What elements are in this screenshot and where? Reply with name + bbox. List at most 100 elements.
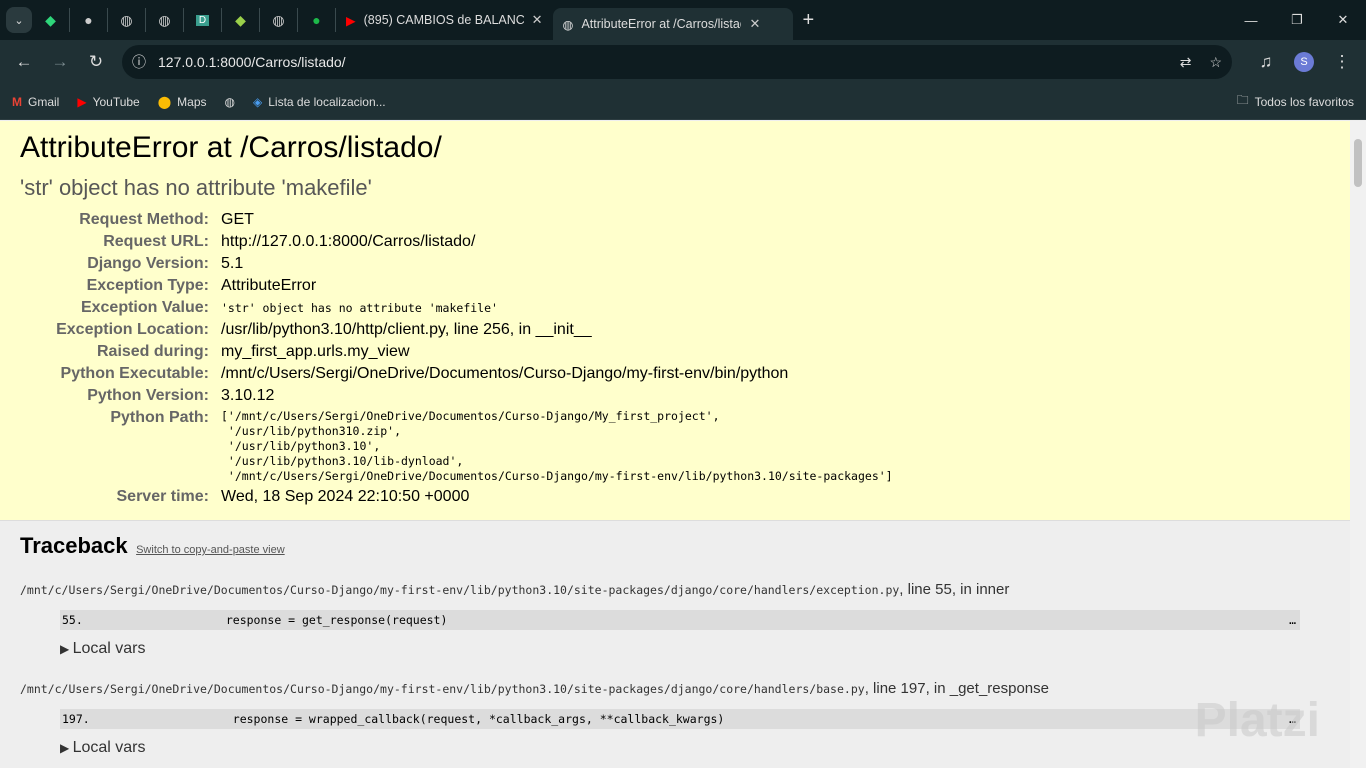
meta-value: AttributeError bbox=[221, 277, 317, 294]
globe-icon: ◍ bbox=[272, 11, 285, 28]
frame-context-line[interactable]: 197. response = wrapped_callback(request… bbox=[60, 709, 1300, 729]
meta-row: Exception Value: 'str' object has no attr… bbox=[20, 297, 899, 319]
frame-line: , line 197, in _get_response bbox=[864, 680, 1049, 697]
meta-label: Exception Type: bbox=[86, 277, 209, 294]
reload-button[interactable]: ↻ bbox=[80, 46, 112, 78]
error-message: 'str' object has no attribute 'makefile' bbox=[20, 175, 372, 200]
tab-strip: ⌄ ◆ ● ◍ ◍ D ◆ ◍ ● ▶ (895) CAMBIOS de BAL… bbox=[0, 0, 1366, 40]
tab-youtube[interactable]: ▶ (895) CAMBIOS de BALANCE M ✕ bbox=[336, 4, 553, 36]
meta-label: Django Version: bbox=[87, 255, 209, 272]
local-vars-label: Local vars bbox=[72, 640, 146, 657]
page-title: AttributeError at /Carros/listado/ bbox=[20, 131, 442, 164]
meta-row: Server time: Wed, 18 Sep 2024 22:10:50 +0… bbox=[20, 486, 899, 508]
pinned-tab-platzi-alt[interactable]: ◆ bbox=[222, 8, 260, 32]
pinned-tab-platzi[interactable]: ◆ bbox=[32, 8, 70, 32]
back-button[interactable]: ← bbox=[8, 46, 40, 78]
frame-line: , line 55, in inner bbox=[899, 581, 1010, 598]
browser-toolbar: ← → ↻ ⓘ 127.0.0.1:8000/Carros/listado/ ⇄… bbox=[0, 40, 1366, 84]
switch-view-link[interactable]: Switch to copy-and-paste view bbox=[136, 544, 285, 556]
minimize-button[interactable]: — bbox=[1228, 0, 1274, 40]
media-control-icon[interactable]: ♫ bbox=[1250, 46, 1282, 78]
meta-row: Raised during: my_first_app.urls.my_view bbox=[20, 341, 899, 363]
traceback-heading: Traceback bbox=[20, 533, 128, 558]
line-number: 55. bbox=[62, 613, 83, 627]
scrollbar-thumb[interactable] bbox=[1354, 139, 1362, 187]
local-vars-toggle[interactable]: ▶ Local vars bbox=[60, 640, 1330, 658]
local-vars-toggle[interactable]: ▶ Local vars bbox=[60, 739, 1330, 757]
frame-location: /mnt/c/Users/Sergi/OneDrive/Documentos/C… bbox=[20, 581, 1330, 598]
meta-row: Request Method: GET bbox=[20, 209, 899, 231]
meta-label: Raised during: bbox=[96, 343, 209, 360]
pinned-tab-globe[interactable]: ◍ bbox=[108, 8, 146, 32]
code-line: response = wrapped_callback(request, *ca… bbox=[122, 712, 725, 726]
d-icon: D bbox=[195, 14, 210, 26]
pinned-tab-globe[interactable]: ◍ bbox=[146, 8, 184, 32]
local-vars-label: Local vars bbox=[72, 739, 146, 756]
triangle-right-icon: ▶ bbox=[60, 741, 73, 755]
gmail-icon: M bbox=[12, 94, 22, 109]
tab-search-button[interactable]: ⌄ bbox=[6, 7, 32, 33]
ellipsis-icon[interactable]: … bbox=[1289, 613, 1296, 627]
bookmark-star-icon[interactable]: ☆ bbox=[1209, 54, 1222, 71]
all-favorites-label: Todos los favoritos bbox=[1254, 94, 1354, 109]
meta-value: my_first_app.urls.my_view bbox=[221, 343, 410, 360]
globe-icon: ◍ bbox=[120, 11, 133, 28]
youtube-icon: ▶ bbox=[77, 94, 87, 109]
globe-icon: ◍ bbox=[562, 17, 574, 32]
meta-row: Python Version: 3.10.12 bbox=[20, 385, 899, 407]
traceback-frame: /mnt/c/Users/Sergi/OneDrive/Documentos/C… bbox=[20, 680, 1330, 757]
close-window-button[interactable]: ✕ bbox=[1320, 0, 1366, 40]
meta-label: Python Version: bbox=[87, 387, 209, 404]
meta-label: Server time: bbox=[116, 488, 210, 505]
tab-active[interactable]: ◍ AttributeError at /Carros/listado/ ✕ bbox=[552, 8, 793, 40]
pinned-tab-github[interactable]: ● bbox=[70, 8, 108, 32]
meta-label: Exception Location: bbox=[56, 321, 209, 338]
meta-value: /usr/lib/python3.10/http/client.py, line… bbox=[221, 321, 592, 338]
frame-file: /mnt/c/Users/Sergi/OneDrive/Documentos/C… bbox=[20, 583, 900, 597]
meta-label: Python Path: bbox=[110, 409, 209, 426]
pinned-tab-green[interactable]: ● bbox=[298, 8, 336, 32]
profile-avatar[interactable]: S bbox=[1294, 52, 1314, 72]
meta-row: Python Executable: /mnt/c/Users/Sergi/One… bbox=[20, 363, 899, 385]
tab-title: (895) CAMBIOS de BALANCE M bbox=[363, 13, 524, 27]
meta-row: Exception Type: AttributeError bbox=[20, 275, 899, 297]
all-favorites[interactable]: 🗀 Todos los favoritos bbox=[1237, 91, 1354, 112]
meta-row: Request URL: http://127.0.0.1:8000/Carros… bbox=[20, 231, 899, 253]
menu-icon[interactable]: ⋮ bbox=[1326, 46, 1358, 78]
url-text[interactable]: 127.0.0.1:8000/Carros/listado/ bbox=[158, 54, 346, 70]
site-info-icon[interactable]: ⓘ bbox=[132, 52, 146, 72]
globe-icon: ◍ bbox=[158, 11, 171, 28]
green-logo-icon: ● bbox=[312, 12, 321, 28]
address-bar[interactable]: ⓘ 127.0.0.1:8000/Carros/listado/ ⇄ ☆ bbox=[122, 45, 1232, 79]
meta-value: 'str' object has no attribute 'makefile' bbox=[221, 300, 498, 315]
pinned-tab-d[interactable]: D bbox=[184, 8, 222, 32]
globe-icon: ◍ bbox=[224, 94, 235, 109]
bookmark-lista[interactable]: ◈ Lista de localizacion... bbox=[253, 95, 386, 109]
scrollbar[interactable] bbox=[1350, 121, 1366, 768]
close-tab-icon[interactable]: ✕ bbox=[532, 12, 543, 28]
youtube-icon: ▶ bbox=[346, 13, 356, 28]
meta-label: Python Executable: bbox=[60, 365, 209, 382]
new-tab-button[interactable]: + bbox=[803, 9, 815, 32]
forward-button[interactable]: → bbox=[44, 46, 76, 78]
meta-value: http://127.0.0.1:8000/Carros/listado/ bbox=[221, 233, 476, 250]
error-summary: AttributeError at /Carros/listado/ 'str'… bbox=[0, 121, 1350, 521]
page-content: AttributeError at /Carros/listado/ 'str'… bbox=[0, 121, 1350, 768]
bookmark-globe[interactable]: ◍ bbox=[225, 95, 235, 109]
close-tab-icon[interactable]: ✕ bbox=[749, 16, 760, 32]
meta-label: Exception Value: bbox=[80, 299, 209, 316]
platzi-icon: ◆ bbox=[235, 11, 246, 28]
translate-icon[interactable]: ⇄ bbox=[1180, 54, 1192, 71]
bookmark-label: YouTube bbox=[92, 94, 140, 109]
meta-label: Request Method: bbox=[79, 211, 209, 228]
meta-value: 3.10.12 bbox=[221, 387, 275, 404]
frame-context-line[interactable]: 55. response = get_response(request)… bbox=[60, 610, 1300, 630]
meta-row: Python Path: ['/mnt/c/Users/Sergi/OneDriv… bbox=[20, 407, 899, 486]
bookmark-label: Maps bbox=[177, 94, 207, 109]
bookmark-youtube[interactable]: ▶ YouTube bbox=[77, 95, 139, 109]
pinned-tab-globe[interactable]: ◍ bbox=[260, 8, 298, 32]
restore-button[interactable]: ❐ bbox=[1274, 0, 1320, 40]
bookmark-maps[interactable]: ⬤ Maps bbox=[158, 95, 207, 109]
platzi-icon: ◆ bbox=[45, 11, 56, 28]
bookmark-gmail[interactable]: M Gmail bbox=[12, 95, 59, 109]
